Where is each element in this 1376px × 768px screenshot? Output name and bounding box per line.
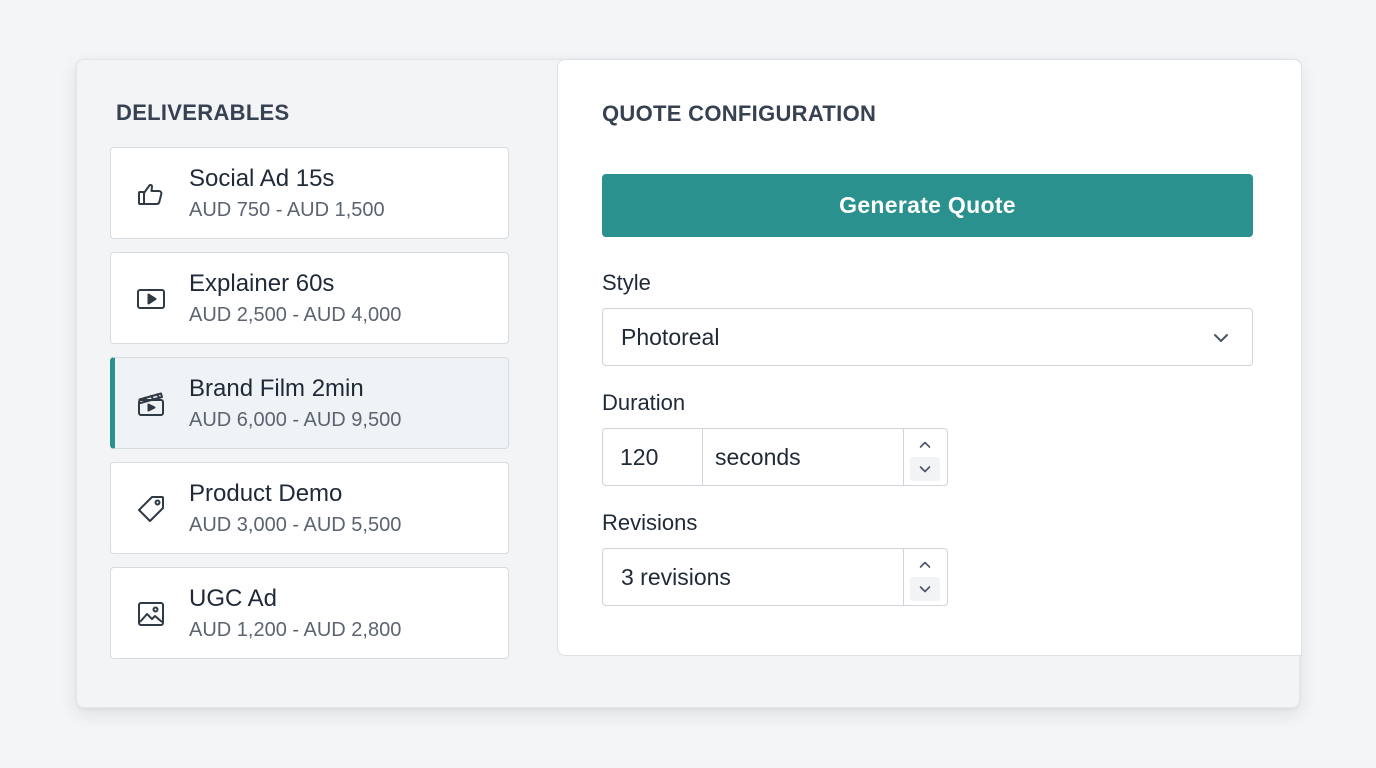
revisions-input[interactable]: 3 revisions (602, 548, 948, 606)
duration-unit: seconds (715, 444, 801, 470)
deliverable-title: Explainer 60s (189, 270, 335, 297)
duration-decrement-button[interactable] (910, 457, 940, 481)
chevron-down-icon (1210, 327, 1232, 349)
deliverable-card-product-demo[interactable]: Product Demo AUD 3,000 - AUD 5,500 (110, 462, 509, 554)
style-select[interactable]: Photoreal (602, 308, 1253, 366)
style-label: Style (602, 270, 651, 295)
deliverable-title: Social Ad 15s (189, 165, 335, 192)
deliverable-price-range: AUD 6,000 - AUD 9,500 (189, 409, 402, 431)
revisions-increment-button[interactable] (910, 553, 940, 577)
duration-label: Duration (602, 390, 686, 415)
deliverable-price-range: AUD 3,000 - AUD 5,500 (189, 514, 402, 536)
duration-input[interactable]: 120 (603, 429, 703, 485)
revisions-label: Revisions (602, 510, 698, 535)
chevron-down-icon (919, 586, 931, 593)
chevron-up-icon (919, 561, 931, 568)
tag-icon (135, 493, 167, 525)
deliverable-title: Product Demo (189, 480, 343, 507)
deliverables-list: Social Ad 15s AUD 750 - AUD 1,500 Explai… (110, 147, 509, 672)
duration-stepper (903, 429, 947, 485)
deliverable-price-range: AUD 750 - AUD 1,500 (189, 199, 385, 221)
quote-configuration-heading: QUOTE CONFIGURATION (602, 101, 877, 126)
deliverable-price-range: AUD 1,200 - AUD 2,800 (189, 619, 402, 641)
revisions-value: 3 revisions (621, 564, 731, 590)
deliverable-title: Brand Film 2min (189, 375, 364, 402)
duration-value: 120 (620, 444, 659, 470)
deliverable-card-ugc-ad[interactable]: UGC Ad AUD 1,200 - AUD 2,800 (110, 567, 509, 659)
quote-configuration-panel: QUOTE CONFIGURATION Generate Quote Style… (557, 59, 1302, 656)
chevron-up-icon (919, 441, 931, 448)
deliverable-title: UGC Ad (189, 585, 278, 612)
thumbs-up-icon (135, 178, 167, 210)
clapperboard-icon (135, 388, 167, 420)
quote-builder-frame: DELIVERABLES Social Ad 15s AUD 750 - AUD… (76, 59, 1302, 708)
duration-increment-button[interactable] (910, 433, 940, 457)
duration-input-group: 120 seconds (602, 428, 948, 486)
revisions-decrement-button[interactable] (910, 577, 940, 601)
deliverables-heading: DELIVERABLES (116, 100, 290, 125)
generate-quote-button[interactable]: Generate Quote (602, 174, 1253, 237)
revisions-stepper (903, 549, 947, 605)
image-icon (135, 598, 167, 630)
deliverable-card-social-ad[interactable]: Social Ad 15s AUD 750 - AUD 1,500 (110, 147, 509, 239)
chevron-down-icon (919, 466, 931, 473)
deliverable-card-explainer[interactable]: Explainer 60s AUD 2,500 - AUD 4,000 (110, 252, 509, 344)
deliverable-price-range: AUD 2,500 - AUD 4,000 (189, 304, 402, 326)
style-select-value: Photoreal (621, 324, 720, 350)
deliverable-card-brand-film[interactable]: Brand Film 2min AUD 6,000 - AUD 9,500 (110, 357, 509, 449)
play-icon (135, 283, 167, 315)
